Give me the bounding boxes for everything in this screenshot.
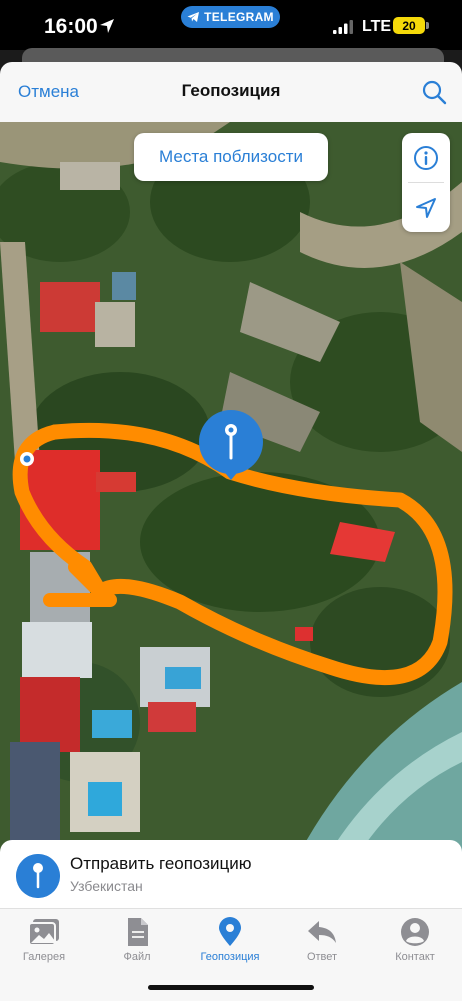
tab-label-location: Геопозиция: [200, 951, 260, 963]
home-indicator: [148, 985, 314, 990]
telegram-icon: [187, 12, 200, 22]
send-location-row[interactable]: Отправить геопозицию Узбекистан: [0, 840, 462, 908]
map-pin-icon[interactable]: [199, 410, 263, 482]
battery-icon: 20: [393, 17, 425, 34]
tab-file[interactable]: Файл: [97, 917, 177, 963]
gallery-icon: [28, 919, 59, 946]
navigation-arrow-icon: [416, 197, 436, 218]
reply-icon: [308, 921, 336, 943]
tab-gallery[interactable]: Галерея: [4, 917, 84, 963]
page-title: Геопозиция: [181, 81, 281, 100]
map-controls: [402, 133, 450, 232]
search-icon[interactable]: [421, 79, 447, 105]
satellite-imagery: [0, 122, 462, 852]
location-header: Отмена Геопозиция: [0, 62, 462, 122]
current-location-button[interactable]: [402, 183, 450, 232]
info-icon: [414, 145, 438, 170]
network-type: LTE: [362, 18, 392, 35]
tab-reply[interactable]: Ответ: [282, 917, 362, 963]
location-services-icon: [100, 19, 114, 33]
send-location-subtitle: Узбекистан: [70, 878, 143, 894]
contact-icon: [401, 918, 429, 946]
tab-label-contact: Контакт: [395, 951, 435, 963]
tab-label-file: Файл: [123, 951, 151, 963]
status-time: 16:00: [44, 15, 98, 38]
location-pin-icon: [16, 854, 60, 898]
signal-icon: [333, 20, 353, 34]
nearby-places-button[interactable]: Места поблизости: [134, 133, 328, 181]
telegram-pill[interactable]: TELEGRAM: [181, 6, 280, 28]
tab-label-gallery: Галерея: [22, 951, 66, 963]
map-info-button[interactable]: [402, 133, 450, 182]
satellite-map[interactable]: Места поблизости: [0, 122, 462, 852]
file-icon: [128, 918, 148, 946]
tab-contact[interactable]: Контакт: [375, 917, 455, 963]
send-location-title: Отправить геопозицию: [70, 854, 252, 873]
tab-label-reply: Ответ: [306, 951, 338, 963]
tab-location[interactable]: Геопозиция: [190, 917, 270, 963]
telegram-pill-label: TELEGRAM: [204, 10, 274, 24]
status-bar: 16:00 TELEGRAM LTE 20: [0, 0, 462, 50]
battery-cap: [426, 22, 429, 29]
background-sheet-edge: [22, 48, 444, 62]
battery-level: 20: [402, 18, 416, 33]
location-icon: [219, 917, 241, 946]
